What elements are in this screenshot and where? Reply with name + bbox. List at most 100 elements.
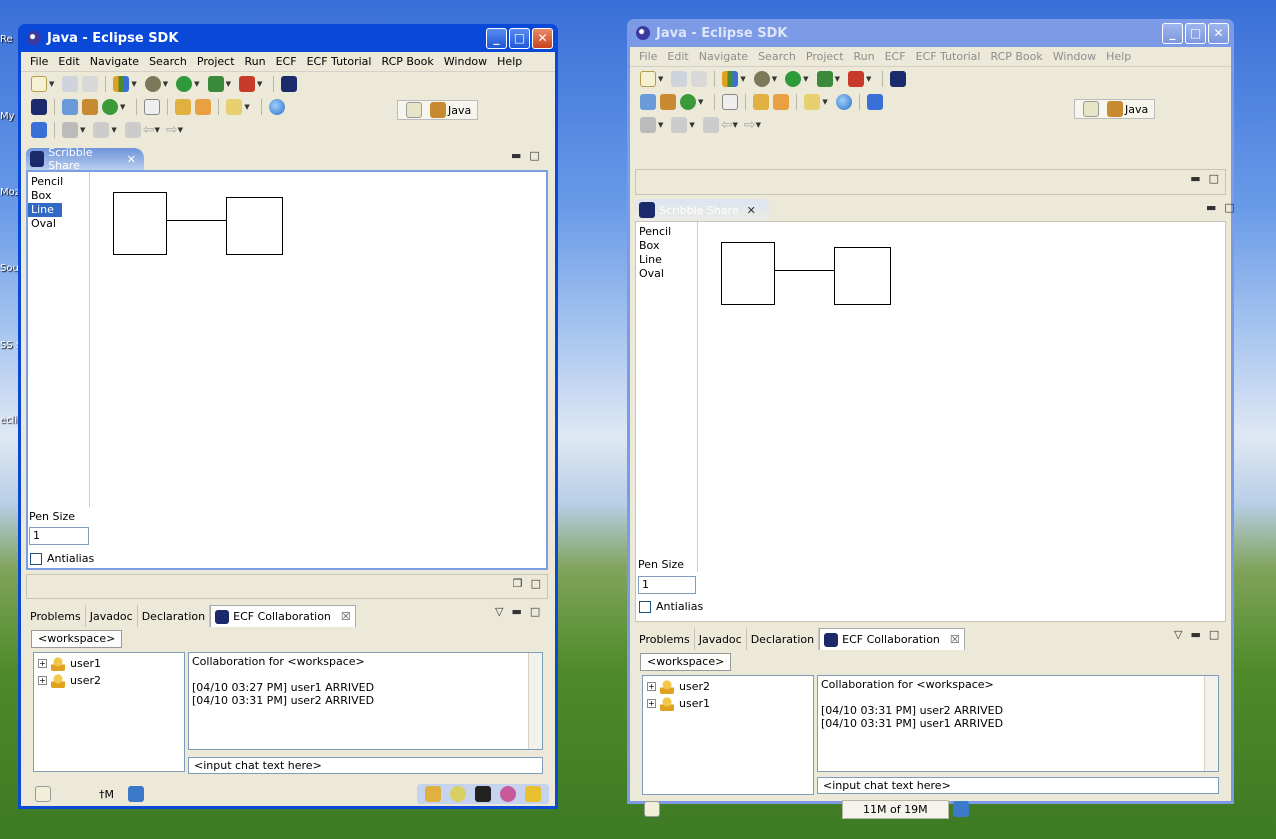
tool-oval[interactable]: Oval xyxy=(28,217,89,231)
chevron-down-icon[interactable]: ▼ xyxy=(658,121,663,129)
maximize-icon[interactable]: □ xyxy=(1209,628,1219,641)
expand-icon[interactable]: + xyxy=(647,682,656,691)
desktop-icon-label[interactable]: Moz xyxy=(0,187,18,198)
open-folder-icon[interactable] xyxy=(175,98,192,115)
open-type-icon[interactable] xyxy=(62,98,78,115)
minimize-icon[interactable]: ▬ xyxy=(511,149,521,162)
fast-view-icon[interactable] xyxy=(35,786,51,802)
refresh-icon[interactable] xyxy=(102,98,118,115)
chevron-down-icon[interactable]: ▼ xyxy=(822,98,827,106)
new-icon[interactable] xyxy=(31,75,47,92)
chevron-down-icon[interactable]: ▼ xyxy=(658,75,663,83)
new-icon[interactable] xyxy=(640,70,656,87)
antialias-checkbox[interactable]: Antialias xyxy=(30,552,94,565)
heap-status[interactable]: †M xyxy=(99,788,114,801)
tab-javadoc[interactable]: Javadoc xyxy=(695,628,747,650)
star-icon[interactable] xyxy=(525,786,541,802)
fast-view-icon[interactable] xyxy=(644,801,660,817)
tab-scribble-share[interactable]: Scribble Share ✕ xyxy=(635,199,770,221)
minimize-button[interactable]: _ xyxy=(486,27,507,49)
maximize-icon[interactable]: □ xyxy=(529,149,539,162)
chevron-down-icon[interactable]: ▼ xyxy=(49,80,54,88)
desktop-icon-label[interactable]: Re xyxy=(0,34,18,45)
chevron-down-icon[interactable]: ▼ xyxy=(80,126,85,134)
chart-icon[interactable] xyxy=(722,70,739,87)
chevron-down-icon[interactable]: ▼ xyxy=(866,75,871,83)
desktop-icon-label[interactable]: SS SH xyxy=(0,340,18,351)
last-edit-icon[interactable] xyxy=(124,121,141,138)
book-icon[interactable] xyxy=(31,121,47,138)
chevron-down-icon[interactable]: ▼ xyxy=(689,121,694,129)
tab-ecf-collaboration[interactable]: ECF Collaboration ☒ xyxy=(210,605,356,627)
save-icon[interactable] xyxy=(62,75,79,92)
menu-ecf-tutorial[interactable]: ECF Tutorial xyxy=(302,55,377,68)
menu-edit[interactable]: Edit xyxy=(662,50,693,63)
chevron-down-icon[interactable]: ▼ xyxy=(698,98,703,106)
tab-scribble-share[interactable]: Scribble Share ✕ xyxy=(26,146,144,172)
tool-line[interactable]: Line xyxy=(28,203,62,217)
workspace-tab[interactable]: <workspace> xyxy=(640,653,732,671)
annotation-icon[interactable] xyxy=(226,98,243,115)
open-perspective-icon[interactable] xyxy=(1083,101,1099,117)
back-icon[interactable]: ⇦ xyxy=(721,117,733,133)
chevron-down-icon[interactable]: ▼ xyxy=(178,126,183,134)
collaboration-icon[interactable] xyxy=(281,75,298,92)
menu-help[interactable]: Help xyxy=(1101,50,1136,63)
tree-row[interactable]: + user1 xyxy=(643,695,813,712)
maximize-icon[interactable]: □ xyxy=(1224,201,1234,214)
chat-input[interactable]: <input chat text here> xyxy=(817,777,1219,794)
checkbox-box[interactable] xyxy=(30,552,42,565)
eclipse-window-right[interactable]: Java - Eclipse SDK _ □ ✕ File Edit Navig… xyxy=(627,19,1235,819)
forward-icon[interactable]: ⇨ xyxy=(166,122,178,138)
annotation-nav-icon[interactable] xyxy=(93,121,110,138)
close-tab-icon[interactable]: ☒ xyxy=(331,610,351,623)
menu-rcp-book[interactable]: RCP Book xyxy=(985,50,1047,63)
drawing-canvas[interactable] xyxy=(698,222,1225,621)
last-edit-icon[interactable] xyxy=(702,116,719,133)
menu-project[interactable]: Project xyxy=(192,55,240,68)
menu-window[interactable]: Window xyxy=(439,55,492,68)
close-tab-icon[interactable]: ✕ xyxy=(747,204,756,217)
print-icon[interactable] xyxy=(82,75,99,92)
garbage-collect-icon[interactable] xyxy=(952,801,969,817)
close-tab-icon[interactable]: ☒ xyxy=(940,633,960,646)
maximize-button[interactable]: □ xyxy=(509,27,530,49)
menu-search[interactable]: Search xyxy=(144,55,192,68)
chart-icon[interactable] xyxy=(113,75,130,92)
menu-navigate[interactable]: Navigate xyxy=(85,55,144,68)
expand-icon[interactable]: + xyxy=(38,659,47,668)
print-icon[interactable] xyxy=(691,70,708,87)
chevron-down-icon[interactable]: ▼ xyxy=(131,80,136,88)
search-icon[interactable] xyxy=(450,786,466,802)
chevron-down-icon[interactable]: ▼ xyxy=(257,80,262,88)
stop-server-icon[interactable] xyxy=(847,70,864,87)
menu-window[interactable]: Window xyxy=(1048,50,1101,63)
maximize-button[interactable]: □ xyxy=(1185,22,1206,44)
minimize-icon[interactable]: ▬ xyxy=(1206,201,1216,214)
maximize-icon[interactable]: □ xyxy=(1209,172,1219,185)
collaboration-icon[interactable] xyxy=(890,70,907,87)
chevron-down-icon[interactable]: ▼ xyxy=(111,126,116,134)
chevron-down-icon[interactable]: ▼ xyxy=(120,103,125,111)
menu-edit[interactable]: Edit xyxy=(53,55,84,68)
tool-list[interactable]: Pencil Box Line Oval xyxy=(636,222,698,572)
save-icon[interactable] xyxy=(671,70,688,87)
edit-icon[interactable] xyxy=(640,116,656,133)
workspace-tab[interactable]: <workspace> xyxy=(31,630,123,648)
eclipse-window-left[interactable]: Java - Eclipse SDK _ □ ✕ File Edit Navig… xyxy=(18,24,558,809)
menu-rcp-book[interactable]: RCP Book xyxy=(376,55,438,68)
chevron-down-icon[interactable]: ▼ xyxy=(756,121,761,129)
tab-javadoc[interactable]: Javadoc xyxy=(86,605,138,627)
close-button[interactable]: ✕ xyxy=(1208,22,1229,44)
desktop-icon-label[interactable]: Sou xyxy=(0,263,18,274)
garbage-collect-icon[interactable] xyxy=(128,786,144,802)
back-icon[interactable]: ⇦ xyxy=(143,122,155,138)
chevron-down-icon[interactable]: ▼ xyxy=(194,80,199,88)
chat-input[interactable]: <input chat text here> xyxy=(188,757,543,774)
menu-ecf[interactable]: ECF xyxy=(271,55,302,68)
console-icon[interactable] xyxy=(475,786,491,802)
debug-icon[interactable] xyxy=(144,75,161,92)
pencil-icon[interactable] xyxy=(773,93,790,110)
debug-icon[interactable] xyxy=(753,70,770,87)
maximize-icon[interactable]: □ xyxy=(531,577,541,590)
